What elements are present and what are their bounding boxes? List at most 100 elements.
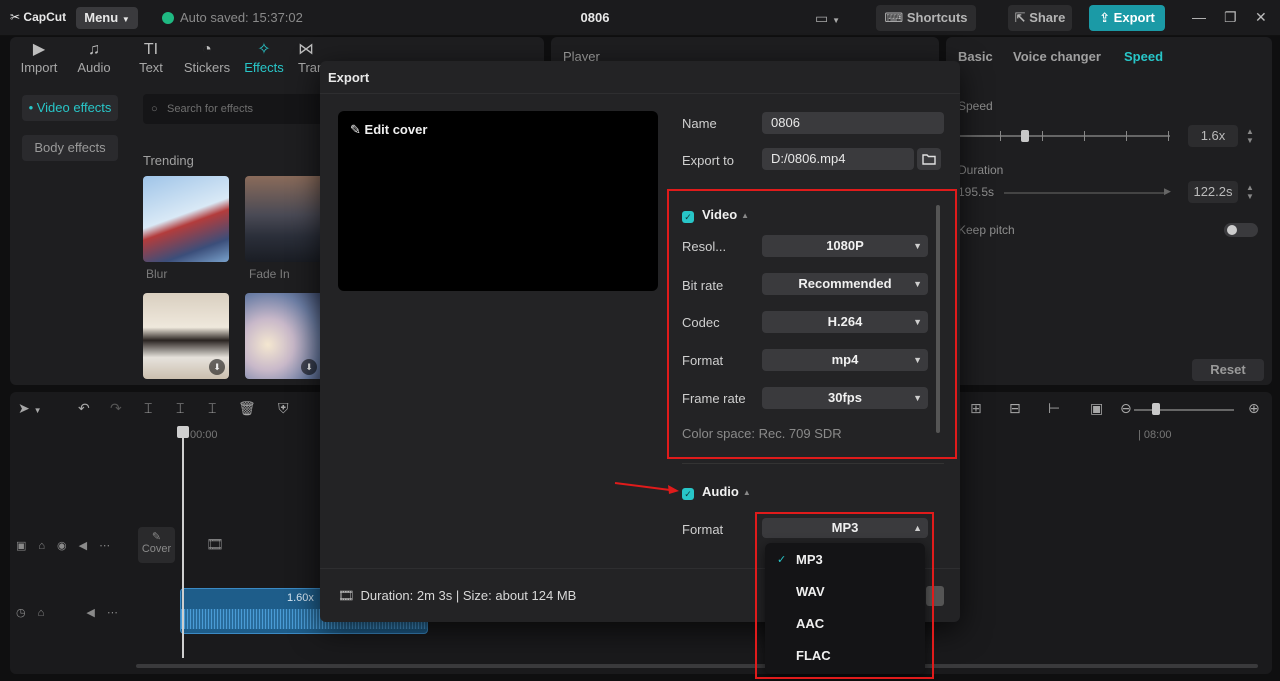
tab-stickers[interactable]: ◔ Stickers [178, 40, 236, 75]
select-tool-icon[interactable]: ➤ ▼ [18, 400, 42, 417]
zoom-in-icon[interactable]: ⊕ [1248, 400, 1260, 417]
zoom-slider[interactable] [1134, 409, 1234, 411]
dialog-title: Export [328, 70, 370, 85]
folder-icon [922, 154, 936, 165]
chevron-down-icon: ▼ [121, 15, 130, 24]
split-left-icon[interactable]: ⌶ [176, 400, 184, 417]
name-input[interactable]: 0806 [762, 112, 944, 134]
effect-thumb-blur[interactable] [143, 176, 229, 262]
shield-icon[interactable]: ⛨ [278, 400, 289, 417]
speed-slider[interactable] [960, 135, 1170, 137]
minimize-icon[interactable]: — [1192, 9, 1206, 25]
download-icon[interactable]: ⬇ [209, 359, 225, 375]
audio-checkbox[interactable]: ✓ [682, 488, 694, 500]
transitions-icon: ⋈ [298, 41, 314, 58]
speed-slider-knob[interactable] [1021, 130, 1029, 142]
side-item-body-effects[interactable]: Body effects [22, 135, 118, 161]
effect-thumb-fade-in[interactable] [245, 176, 321, 262]
caret-up-icon: ▲ [742, 488, 751, 497]
menu-button[interactable]: Menu ▼ [76, 7, 138, 29]
playhead[interactable] [182, 428, 184, 658]
tab-text[interactable]: TI Text [122, 40, 180, 75]
audio-format-highlight [755, 512, 934, 679]
export-path-input[interactable]: D:/0806.mp4 [762, 148, 914, 170]
reset-button[interactable]: Reset [1192, 359, 1264, 381]
link-icon[interactable]: ⊟ [1009, 400, 1021, 417]
cover-button[interactable]: ✎ Cover [138, 527, 175, 563]
search-icon: ○ [151, 103, 158, 115]
arrow-right-icon: ▶ [1164, 186, 1171, 196]
title-bar: ✂ CapCut Menu ▼ Auto saved: 15:37:02 080… [0, 0, 1280, 36]
split-right-icon[interactable]: ⌶ [208, 400, 216, 417]
share-button[interactable]: ⇱ Share [1008, 5, 1072, 31]
annotation-arrow-icon [614, 482, 679, 494]
tab-voice-changer[interactable]: Voice changer [1013, 49, 1101, 64]
duration-stepper[interactable]: ▲ ▼ [1244, 183, 1256, 201]
align-icon[interactable]: ⊢ [1048, 400, 1060, 417]
pencil-icon: ✎ [151, 531, 162, 543]
audio-format-label: Format [682, 522, 724, 537]
effect-thumb[interactable]: ⬇ [245, 293, 321, 379]
audio-icon: ♫ [88, 41, 100, 58]
split-icon[interactable]: ⌶ [144, 400, 152, 417]
tab-audio[interactable]: ♫ Audio [65, 40, 123, 75]
export-button[interactable]: ⇪ Export [1089, 5, 1165, 31]
tab-speed[interactable]: Speed [1124, 49, 1163, 64]
download-icon[interactable]: ⬇ [301, 359, 317, 375]
film-icon: 🎞 [338, 588, 355, 603]
tab-effects[interactable]: ✧ Effects [235, 40, 293, 75]
effects-icon: ✧ [257, 41, 271, 58]
import-icon: ▶ [32, 41, 46, 58]
effect-thumb[interactable]: ⬇ [143, 293, 229, 379]
keep-pitch-toggle[interactable] [1224, 223, 1258, 237]
capcut-logo: ✂ CapCut [10, 10, 67, 24]
edit-cover-button[interactable]: ✎ Edit cover [350, 122, 427, 138]
video-track-controls[interactable]: ▣⌂◉◀⋯ [16, 539, 122, 552]
cover-preview[interactable]: ✎ Edit cover [338, 111, 658, 291]
shortcuts-button[interactable]: ⌨ Shortcuts [876, 5, 976, 31]
video-settings-highlight [667, 189, 957, 459]
upload-icon: ⇪ [1099, 10, 1111, 25]
properties-panel: Basic Voice changer Speed Speed 1.6x ▲ ▼ … [946, 37, 1272, 385]
tab-import[interactable]: ▶ Import [10, 40, 68, 75]
speed-value-input[interactable]: 1.6x [1188, 125, 1238, 147]
share-icon: ⇱ [1014, 10, 1026, 25]
preview-icon[interactable]: ▣ [1090, 400, 1103, 417]
name-label: Name [682, 116, 717, 131]
undo-icon[interactable]: ↶ [78, 400, 90, 417]
zoom-out-icon[interactable]: ⊖ [1120, 400, 1132, 417]
check-circle-icon [162, 12, 174, 24]
autosave-status: Auto saved: 15:37:02 [162, 10, 303, 25]
close-icon[interactable]: ✕ [1255, 9, 1267, 26]
export-to-label: Export to [682, 153, 735, 168]
effect-label: Fade In [249, 267, 290, 281]
duration-label: Duration [958, 163, 1004, 177]
zoom-slider-knob[interactable] [1152, 403, 1160, 415]
speed-stepper[interactable]: ▲ ▼ [1244, 127, 1256, 145]
effect-label: Blur [146, 267, 168, 281]
project-title: 0806 [580, 10, 610, 25]
pencil-icon: ✎ [350, 122, 361, 137]
timeline-scrollbar[interactable] [136, 664, 1258, 668]
audio-track-controls[interactable]: ◷⌂ ◀⋯ [16, 606, 130, 619]
keyboard-icon: ⌨ [884, 10, 904, 25]
duration-value-input[interactable]: 122.2s [1188, 181, 1238, 203]
restore-icon[interactable]: ❐ [1224, 9, 1237, 26]
audio-section-header[interactable]: ✓ Audio ▲ [682, 484, 751, 500]
redo-icon[interactable]: ↷ [110, 400, 122, 417]
delete-icon[interactable]: 🗑 [238, 400, 256, 417]
export-summary: 🎞 Duration: 2m 3s | Size: about 124 MB [338, 588, 577, 603]
text-icon: TI [143, 41, 159, 58]
tab-basic[interactable]: Basic [958, 49, 993, 64]
layout-icon[interactable]: ▭ ▼ [815, 10, 840, 27]
playhead-handle[interactable] [177, 426, 189, 438]
browse-folder-button[interactable] [917, 148, 941, 170]
stickers-icon: ◔ [202, 41, 212, 58]
film-icon: 🎞 [206, 536, 224, 552]
crop-icon[interactable]: ⊞ [970, 400, 982, 417]
keep-pitch-label: Keep pitch [958, 223, 1015, 237]
scissors-icon: ✂ [10, 10, 21, 24]
effects-search-input[interactable]: ○ Search for effects [143, 94, 333, 124]
clip-speed-label: 1.60x [287, 592, 314, 604]
side-item-video-effects[interactable]: • Video effects [22, 95, 118, 121]
